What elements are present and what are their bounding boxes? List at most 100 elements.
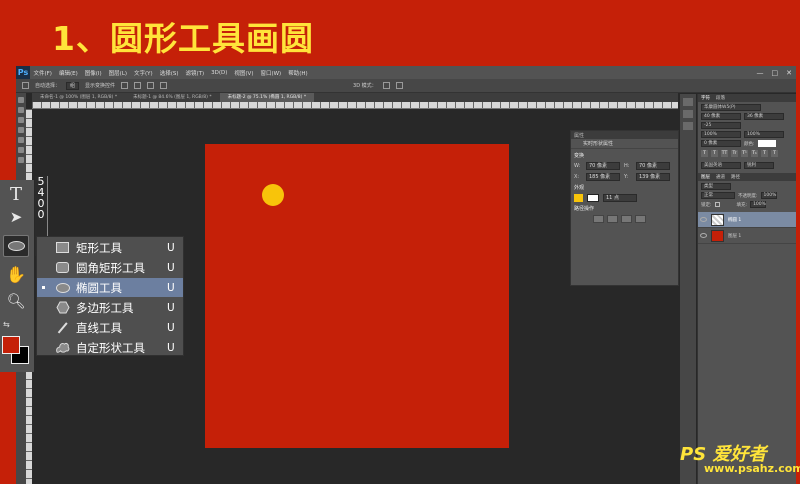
ellipse-tool-button[interactable] (3, 235, 29, 257)
tab-document-2[interactable]: 未标题-1 @ 84.6% (图层 1, RGB/8) * (125, 93, 220, 102)
subtract-shape-icon[interactable] (607, 215, 618, 223)
superscript-button[interactable]: T¹ (741, 150, 748, 157)
align-middle-icon[interactable] (134, 82, 142, 89)
flyout-item-rounded-rectangle[interactable]: 圆角矩形工具 U (37, 258, 183, 277)
show-transform-checkbox[interactable]: 显示变换控件 (85, 82, 115, 89)
appearance-section-label[interactable]: 外观 (571, 181, 678, 191)
layer-kind-filter[interactable]: 类型 (701, 183, 731, 190)
tab-layers[interactable]: 图层 (701, 174, 710, 180)
exclude-shape-icon[interactable] (635, 215, 646, 223)
hand-tool-icon[interactable]: ✋ (5, 265, 27, 284)
font-size-field[interactable]: 40 像素 (701, 113, 741, 120)
align-bottom-icon[interactable] (147, 82, 155, 89)
layer-name[interactable]: 图层 1 (728, 233, 741, 239)
path-ops-section-label[interactable]: 路径操作 (571, 202, 678, 212)
brush-tool-icon[interactable] (18, 137, 24, 143)
font-family-dropdown[interactable]: 华康圆体W5(P) (701, 104, 761, 111)
anti-alias-dropdown[interactable]: 锐利 (744, 162, 774, 169)
leading-field[interactable]: 36 像素 (744, 113, 784, 120)
flyout-item-polygon[interactable]: 多边形工具 U (37, 298, 183, 317)
lock-icon[interactable] (714, 202, 720, 207)
layer-name[interactable]: 椭圆 1 (728, 217, 741, 223)
all-caps-button[interactable]: TT (721, 150, 728, 157)
menu-window[interactable]: 窗口(W) (257, 69, 285, 77)
opacity-field[interactable]: 100% (760, 192, 777, 199)
vertical-scale-field[interactable]: 100% (701, 131, 741, 138)
move-tool-icon[interactable] (22, 82, 29, 89)
properties-panel-header[interactable]: 属性 (571, 131, 678, 139)
crop-tool-icon[interactable] (18, 117, 24, 123)
menu-file[interactable]: 文件(F) (30, 69, 55, 77)
menu-3d[interactable]: 3D(D) (208, 70, 231, 76)
maximize-button[interactable]: □ (772, 69, 779, 77)
stroke-color-swatch[interactable] (587, 194, 599, 202)
horizontal-scale-field[interactable]: 100% (744, 131, 784, 138)
menu-view[interactable]: 视图(V) (231, 69, 257, 77)
foreground-color-swatch[interactable] (2, 336, 20, 354)
text-color-swatch[interactable] (757, 140, 776, 147)
layer-row-layer1[interactable]: 图层 1 (698, 228, 796, 244)
auto-select-checkbox[interactable]: 自动选择： (35, 82, 60, 89)
eyedropper-tool-icon[interactable] (18, 127, 24, 133)
menu-edit[interactable]: 编辑(E) (55, 69, 81, 77)
menu-image[interactable]: 图像(I) (81, 69, 105, 77)
visibility-eye-icon[interactable] (700, 233, 707, 238)
blend-mode-dropdown[interactable]: 正常 (701, 192, 735, 199)
tab-document-3[interactable]: 未标题-2 @ 75.1% (椭圆 1, RGB/8) * (219, 93, 315, 102)
stamp-tool-icon[interactable] (18, 147, 24, 153)
ellipse-shape[interactable] (262, 184, 284, 206)
minimize-button[interactable]: — (757, 69, 764, 77)
x-field[interactable]: 185 像素 (586, 173, 620, 181)
flyout-item-ellipse[interactable]: 椭圆工具 U (37, 278, 183, 297)
distribute-icon[interactable] (160, 82, 168, 89)
transform-section-label[interactable]: 变换 (571, 149, 678, 159)
tab-character[interactable]: 字符 (701, 95, 710, 101)
baseline-shift-field[interactable]: 0 像素 (701, 140, 741, 147)
layer-row-ellipse[interactable]: 椭圆 1 (698, 212, 796, 228)
properties-panel-icon[interactable] (683, 122, 693, 130)
menu-help[interactable]: 帮助(H) (285, 69, 311, 77)
document-canvas[interactable] (205, 144, 509, 448)
faux-bold-button[interactable]: T (701, 150, 708, 157)
auto-select-target-dropdown[interactable]: 组 (66, 81, 80, 90)
actions-panel-icon[interactable] (683, 110, 693, 118)
marquee-tool-icon[interactable] (18, 97, 24, 103)
tracking-field[interactable]: -25 (701, 122, 741, 129)
menu-filter[interactable]: 滤镜(T) (182, 69, 208, 77)
height-field[interactable]: 70 像素 (636, 162, 670, 170)
horizontal-ruler[interactable] (32, 102, 678, 109)
tab-paragraph[interactable]: 段落 (716, 95, 725, 101)
menu-type[interactable]: 文字(Y) (131, 69, 157, 77)
strikethrough-button[interactable]: T (771, 150, 778, 157)
tab-channels[interactable]: 通道 (716, 174, 725, 180)
swap-colors-icon[interactable]: ⇆ (3, 320, 10, 329)
fill-color-swatch[interactable] (574, 194, 583, 202)
flyout-item-rectangle[interactable]: 矩形工具 U (37, 238, 183, 257)
menu-select[interactable]: 选择(S) (156, 69, 182, 77)
flyout-item-custom-shape[interactable]: 自定形状工具 U (37, 338, 183, 357)
eraser-tool-icon[interactable] (18, 157, 24, 163)
menu-layer[interactable]: 图层(L) (105, 69, 130, 77)
faux-italic-button[interactable]: T (711, 150, 718, 157)
underline-button[interactable]: T (761, 150, 768, 157)
fill-field[interactable]: 100% (750, 201, 767, 208)
visibility-eye-icon[interactable] (700, 217, 707, 222)
subscript-button[interactable]: T₁ (751, 150, 758, 157)
flyout-item-line[interactable]: 直线工具 U (37, 318, 183, 337)
type-tool-icon[interactable]: T (5, 184, 27, 205)
language-dropdown[interactable]: 美国英语 (701, 162, 741, 169)
small-caps-button[interactable]: Tr (731, 150, 738, 157)
align-top-icon[interactable] (121, 82, 129, 89)
tab-document-1[interactable]: 未命名-1 @ 100% (图层 1, RGB/8) * (32, 93, 125, 102)
zoom-tool-icon[interactable]: 🔍︎ (5, 292, 27, 310)
3d-pan-icon[interactable] (395, 82, 403, 89)
intersect-shape-icon[interactable] (621, 215, 632, 223)
close-button[interactable]: ✕ (786, 69, 792, 77)
combine-shapes-icon[interactable] (593, 215, 604, 223)
tab-paths[interactable]: 路径 (731, 174, 740, 180)
stroke-width-field[interactable]: 11 点 (603, 194, 637, 202)
width-field[interactable]: 70 像素 (586, 162, 620, 170)
3d-rotate-icon[interactable] (382, 82, 390, 89)
path-selection-tool-icon[interactable]: ➤ (5, 208, 27, 226)
lasso-tool-icon[interactable] (18, 107, 24, 113)
